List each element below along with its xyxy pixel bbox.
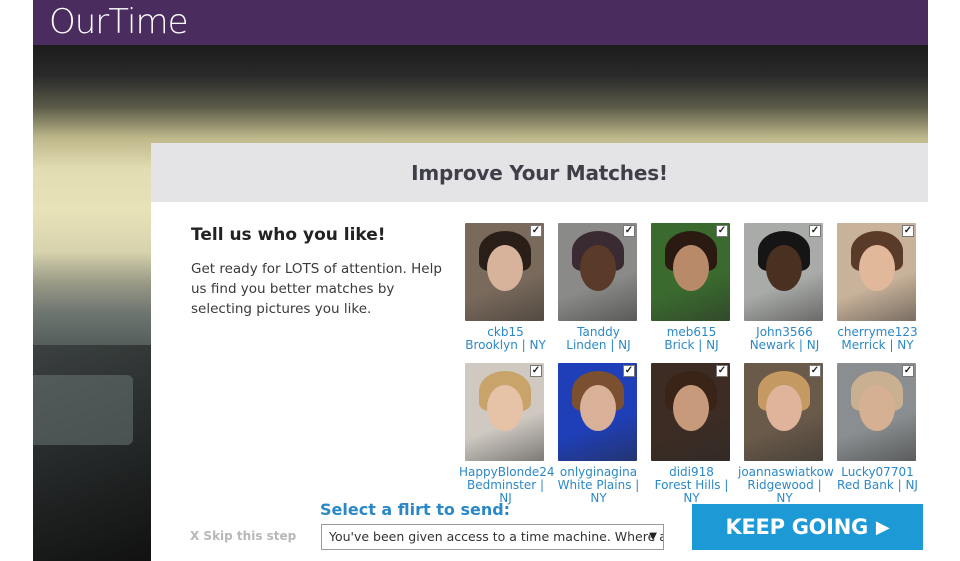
profile-face <box>673 245 709 291</box>
ourtime-logo[interactable]: OurTime <box>49 3 188 41</box>
checkbox-icon[interactable]: ✓ <box>902 365 914 377</box>
profile-card[interactable]: ✓ John3566 Newark | NJ <box>738 223 831 352</box>
checkbox-icon[interactable]: ✓ <box>809 225 821 237</box>
profile-card[interactable]: ✓ meb615 Brick | NJ <box>645 223 738 352</box>
profile-photo[interactable]: ✓ <box>558 223 637 321</box>
checkbox-icon[interactable]: ✓ <box>530 365 542 377</box>
background-window <box>33 375 133 445</box>
flirt-label: Select a flirt to send: <box>320 500 511 519</box>
chevron-down-icon: ▼ <box>649 531 657 542</box>
intro-panel: Tell us who you like! Get ready for LOTS… <box>191 225 451 319</box>
modal-header: Improve Your Matches! <box>151 143 928 202</box>
skip-step-link[interactable]: X Skip this step <box>190 529 296 543</box>
checkbox-icon[interactable]: ✓ <box>623 365 635 377</box>
profile-face <box>859 385 895 431</box>
profile-face <box>580 385 616 431</box>
play-arrow-icon: ▶ <box>875 516 890 538</box>
profile-photo[interactable]: ✓ <box>651 363 730 461</box>
keep-going-label: KEEP GOING <box>725 515 869 539</box>
profile-location: Merrick | NY <box>841 338 914 352</box>
profile-face <box>580 245 616 291</box>
checkbox-icon[interactable]: ✓ <box>716 365 728 377</box>
profile-location: Brick | NJ <box>664 338 719 352</box>
profile-card[interactable]: ✓ Tanddy Linden | NJ <box>552 223 645 352</box>
checkbox-icon[interactable]: ✓ <box>716 225 728 237</box>
profile-face <box>766 245 802 291</box>
profile-photo[interactable]: ✓ <box>651 223 730 321</box>
profile-card[interactable]: ✓ ckb15 Brooklyn | NY <box>459 223 552 352</box>
intro-text: Get ready for LOTS of attention. Help us… <box>191 261 442 317</box>
profile-face <box>766 385 802 431</box>
profile-location: Brooklyn | NY <box>465 338 546 352</box>
profile-photo[interactable]: ✓ <box>744 223 823 321</box>
profile-location: Forest Hills | NY <box>654 478 729 505</box>
profile-location: White Plains | NY <box>557 478 640 505</box>
checkbox-icon[interactable]: ✓ <box>530 225 542 237</box>
profile-card[interactable]: ✓ onlyginagina White Plains | NY <box>552 363 645 505</box>
profile-location: Newark | NJ <box>749 338 820 352</box>
profile-photo[interactable]: ✓ <box>465 363 544 461</box>
intro-heading: Tell us who you like! <box>191 225 386 245</box>
flirt-select[interactable]: You've been given access to a time machi… <box>321 524 664 550</box>
profile-card[interactable]: ✓ HappyBlonde24 Bedminster | NJ <box>459 363 555 505</box>
profile-card[interactable]: ✓ didi918 Forest Hills | NY <box>645 363 738 505</box>
checkbox-icon[interactable]: ✓ <box>809 365 821 377</box>
profile-photo[interactable]: ✓ <box>744 363 823 461</box>
profile-photo[interactable]: ✓ <box>837 223 916 321</box>
keep-going-button[interactable]: KEEP GOING ▶ <box>692 504 923 550</box>
profile-card[interactable]: ✓ cherryme123 Merrick | NY <box>831 223 924 352</box>
checkbox-icon[interactable]: ✓ <box>623 225 635 237</box>
profile-face <box>859 245 895 291</box>
profile-face <box>673 385 709 431</box>
profile-card[interactable]: ✓ Lucky07701 Red Bank | NJ <box>831 363 924 492</box>
profile-location: Red Bank | NJ <box>837 478 918 492</box>
profile-location: Ridgewood | NY <box>747 478 822 505</box>
profile-photo[interactable]: ✓ <box>465 223 544 321</box>
profile-face <box>487 245 523 291</box>
checkbox-icon[interactable]: ✓ <box>902 225 914 237</box>
modal-title: Improve Your Matches! <box>411 160 668 185</box>
flirt-selected-value: You've been given access to a time machi… <box>329 529 663 544</box>
profile-card[interactable]: ✓ joannaswiatkow Ridgewood | NY <box>738 363 834 505</box>
improve-matches-modal: Improve Your Matches! Tell us who you li… <box>151 143 928 561</box>
top-bar: OurTime <box>33 0 928 45</box>
profile-photo[interactable]: ✓ <box>558 363 637 461</box>
profile-location: Linden | NJ <box>566 338 631 352</box>
profile-photo[interactable]: ✓ <box>837 363 916 461</box>
profile-face <box>487 385 523 431</box>
